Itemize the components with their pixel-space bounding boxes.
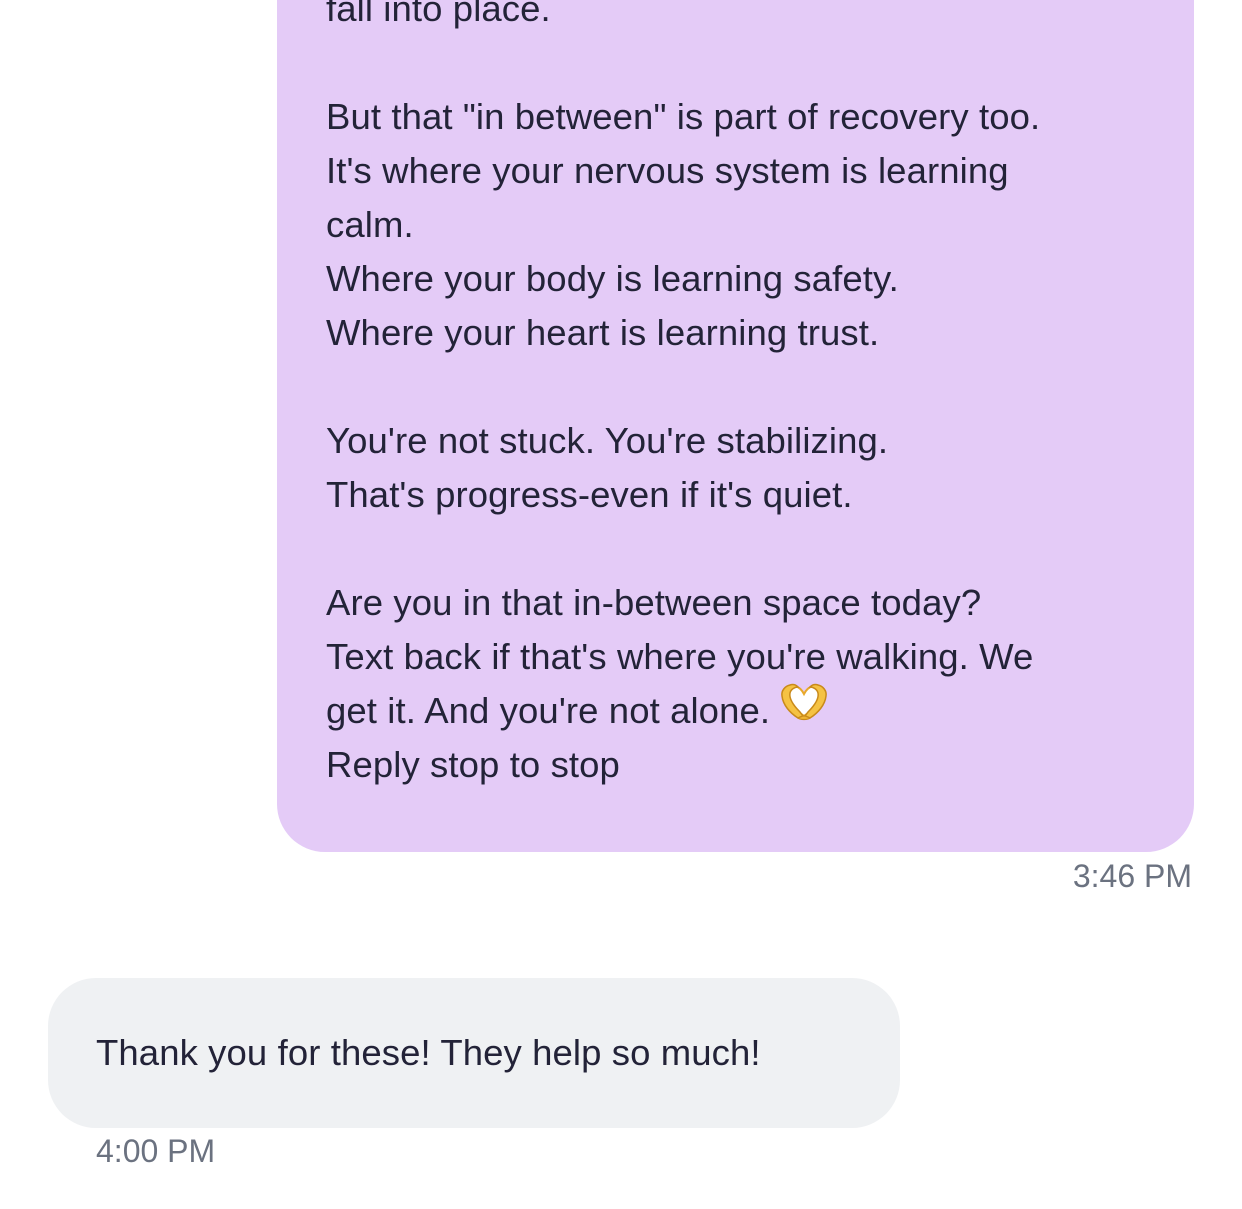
message-line: Thank you for these! They help so much! xyxy=(96,1032,761,1073)
message-line: It's where your nervous system is learni… xyxy=(326,150,1009,191)
message-line: Where your body is learning safety. xyxy=(326,258,899,299)
message-line: You're not stuck. You're stabilizing. xyxy=(326,420,889,461)
message-line: Where your heart is learning trust. xyxy=(326,312,880,353)
message-line: calm. xyxy=(326,204,414,245)
sent-message-bubble[interactable]: fall into place. But that "in between" i… xyxy=(277,0,1194,852)
message-line: But that "in between" is part of recover… xyxy=(326,96,1041,137)
message-line: That's progress-even if it's quiet. xyxy=(326,474,853,515)
message-line-with-emoji: get it. And you're not alone. xyxy=(326,682,1174,738)
sent-message-timestamp: 3:46 PM xyxy=(1072,858,1192,894)
heart-hands-icon xyxy=(778,682,830,737)
message-line: Text back if that's where you're walking… xyxy=(326,636,1034,677)
message-line: Reply stop to stop xyxy=(326,744,620,785)
message-line: Are you in that in-between space today? xyxy=(326,582,982,623)
received-message-timestamp: 4:00 PM xyxy=(96,1133,216,1169)
message-line: fall into place. xyxy=(326,0,551,29)
received-message-bubble[interactable]: Thank you for these! They help so much! xyxy=(48,978,900,1128)
message-line-text: get it. And you're not alone. xyxy=(326,690,771,731)
